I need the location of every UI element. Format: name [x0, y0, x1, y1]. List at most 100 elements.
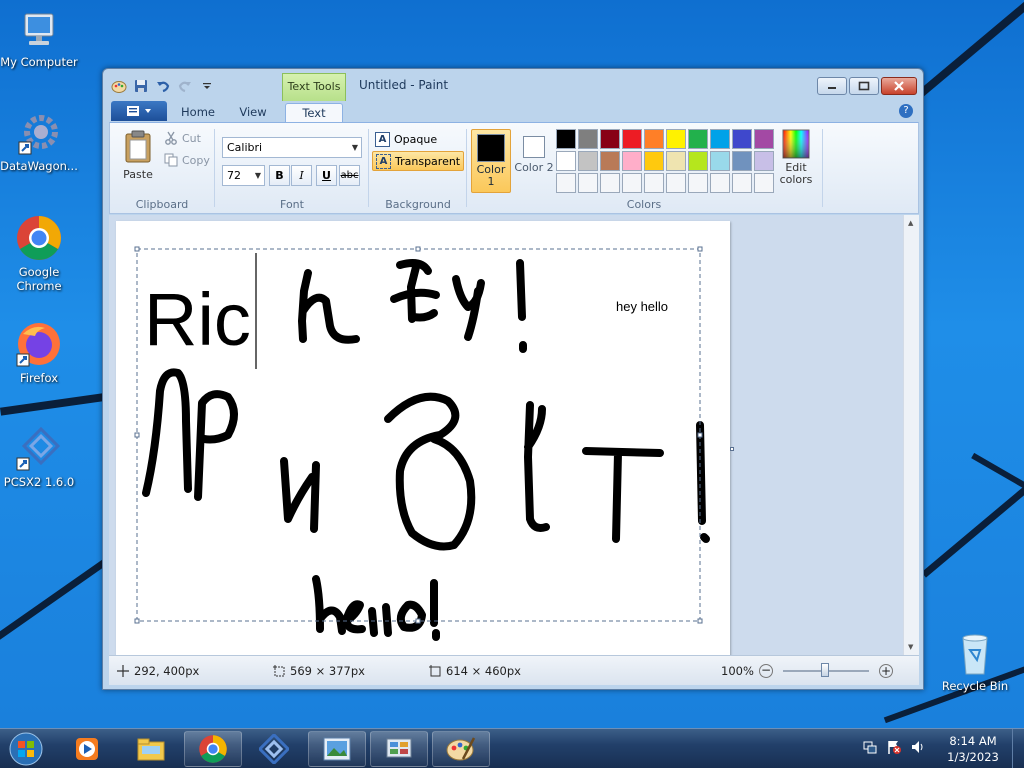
zoom-slider-thumb[interactable] — [821, 663, 829, 677]
palette-color-swatch[interactable] — [666, 173, 686, 193]
palette-color-swatch[interactable] — [754, 129, 774, 149]
font-size-dropdown[interactable]: 72 ▼ — [222, 165, 265, 186]
copy-icon — [164, 153, 178, 167]
palette-color-swatch[interactable] — [644, 129, 664, 149]
canvas-area[interactable]: Ric hey hello — [109, 215, 903, 655]
save-icon[interactable] — [133, 78, 149, 94]
edit-colors-button[interactable]: Edit colors — [776, 129, 816, 186]
palette-color-swatch[interactable] — [710, 151, 730, 171]
close-button[interactable] — [881, 77, 917, 95]
canvas-resize-handle[interactable] — [730, 447, 734, 451]
tab-view[interactable]: View — [227, 103, 279, 123]
transparent-option[interactable]: A Transparent — [372, 151, 465, 171]
palette-color-swatch[interactable] — [556, 173, 576, 193]
maximize-button[interactable] — [849, 77, 879, 95]
taskbar-pcsx2[interactable] — [245, 731, 303, 767]
scroll-down-icon[interactable]: ▼ — [908, 643, 913, 651]
palette-color-swatch[interactable] — [754, 151, 774, 171]
taskbar-file-explorer[interactable] — [122, 731, 180, 767]
window-title: Untitled - Paint — [359, 78, 449, 92]
tab-text[interactable]: Text — [285, 103, 343, 123]
help-button[interactable]: ? — [899, 104, 913, 118]
palette-color-swatch[interactable] — [732, 129, 752, 149]
cursor-position-value: 292, 400px — [134, 664, 200, 678]
palette-color-swatch[interactable] — [622, 151, 642, 171]
drawing-canvas[interactable]: Ric hey hello — [116, 221, 730, 655]
network-icon[interactable] — [862, 739, 878, 755]
zoom-out-button[interactable]: − — [759, 664, 773, 678]
opaque-option[interactable]: A Opaque — [372, 129, 440, 149]
desktop-icon-pcsx2[interactable]: PCSX2 1.6.0 — [0, 426, 79, 489]
copy-button[interactable]: Copy — [164, 153, 210, 167]
palette-color-swatch[interactable] — [710, 129, 730, 149]
palette-color-swatch[interactable] — [578, 129, 598, 149]
paint-app-icon[interactable] — [111, 78, 127, 94]
desktop-icon-label: Firefox — [19, 371, 59, 385]
palette-color-swatch[interactable] — [754, 173, 774, 193]
vertical-scrollbar[interactable]: ▲ ▼ — [903, 215, 919, 655]
taskbar-media-player[interactable] — [58, 731, 116, 767]
title-bar[interactable]: Text Tools Untitled - Paint — [103, 69, 923, 101]
desktop-icon-my-computer[interactable]: My Computer — [0, 10, 79, 69]
cut-button[interactable]: Cut — [164, 131, 201, 145]
underline-button[interactable]: U — [316, 165, 337, 186]
undo-icon[interactable] — [155, 78, 171, 94]
minimize-button[interactable] — [817, 77, 847, 95]
palette-color-swatch[interactable] — [622, 129, 642, 149]
palette-color-swatch[interactable] — [556, 151, 576, 171]
wallpaper-line — [971, 452, 1024, 494]
palette-color-swatch[interactable] — [644, 151, 664, 171]
selection-size-value: 569 × 377px — [290, 664, 365, 678]
group-label-colors: Colors — [626, 198, 662, 211]
desktop-icon-recycle-bin[interactable]: Recycle Bin — [935, 630, 1015, 693]
file-menu-icon — [127, 106, 139, 116]
desktop-icon-label: DataWagon... — [0, 159, 78, 173]
taskbar-control-panel[interactable] — [370, 731, 428, 767]
volume-icon[interactable] — [910, 739, 926, 755]
paint-window: Text Tools Untitled - Paint Home View Te… — [102, 68, 924, 690]
zoom-in-button[interactable]: + — [879, 664, 893, 678]
palette-color-swatch[interactable] — [688, 151, 708, 171]
font-family-dropdown[interactable]: Calibri ▼ — [222, 137, 362, 158]
palette-color-swatch[interactable] — [622, 173, 642, 193]
palette-color-swatch[interactable] — [600, 129, 620, 149]
quick-access-toolbar — [111, 78, 215, 94]
palette-color-swatch[interactable] — [688, 173, 708, 193]
palette-color-swatch[interactable] — [556, 129, 576, 149]
palette-color-swatch[interactable] — [688, 129, 708, 149]
redo-icon[interactable] — [177, 78, 193, 94]
action-center-flag-icon[interactable] — [886, 739, 902, 755]
desktop-icon-google-chrome[interactable]: Google Chrome — [0, 214, 79, 293]
opaque-icon: A — [375, 131, 390, 147]
desktop-icon-datawagon[interactable]: DataWagon... — [0, 112, 79, 173]
taskbar-chrome[interactable] — [184, 731, 242, 767]
paste-button[interactable]: Paste — [118, 129, 158, 181]
desktop-icon-firefox[interactable]: Firefox — [0, 320, 79, 385]
palette-color-swatch[interactable] — [644, 173, 664, 193]
palette-color-swatch[interactable] — [732, 173, 752, 193]
bold-button[interactable]: B — [269, 165, 290, 186]
taskbar-photo-viewer[interactable] — [308, 731, 366, 767]
palette-color-swatch[interactable] — [666, 129, 686, 149]
palette-color-swatch[interactable] — [600, 173, 620, 193]
strikethrough-button[interactable]: abc — [339, 165, 360, 186]
file-menu-button[interactable] — [111, 101, 167, 121]
tab-home[interactable]: Home — [169, 103, 227, 123]
customize-toolbar-icon[interactable] — [199, 78, 215, 94]
clock[interactable]: 8:14 AM 1/3/2023 — [940, 733, 1006, 765]
start-button[interactable] — [6, 730, 46, 768]
palette-color-swatch[interactable] — [666, 151, 686, 171]
palette-color-swatch[interactable] — [578, 151, 598, 171]
zoom-level: 100% — [721, 664, 754, 678]
taskbar-paint[interactable] — [432, 731, 490, 767]
scroll-up-icon[interactable]: ▲ — [908, 219, 913, 227]
italic-button[interactable]: I — [291, 165, 312, 186]
color1-button[interactable]: Color 1 — [471, 129, 511, 193]
show-desktop-button[interactable] — [1012, 729, 1024, 768]
palette-color-swatch[interactable] — [710, 173, 730, 193]
palette-color-swatch[interactable] — [600, 151, 620, 171]
font-size-value: 72 — [227, 169, 241, 182]
color2-button[interactable]: Color 2 — [514, 129, 554, 193]
palette-color-swatch[interactable] — [578, 173, 598, 193]
palette-color-swatch[interactable] — [732, 151, 752, 171]
